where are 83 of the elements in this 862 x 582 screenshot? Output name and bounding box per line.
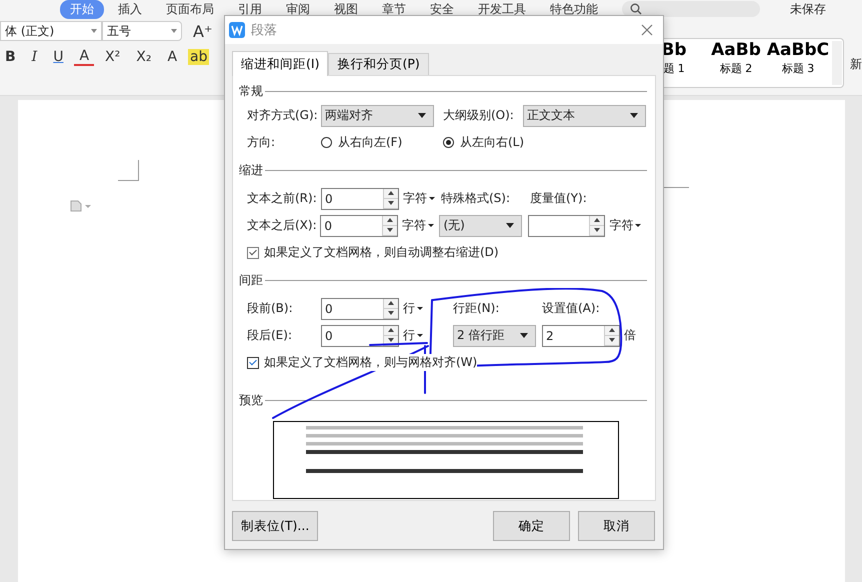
- ribbon-tab[interactable]: 章节: [372, 0, 416, 18]
- outline-level-dropdown[interactable]: 正文文本: [523, 104, 646, 126]
- measure-spinbox[interactable]: [528, 214, 606, 236]
- direction-radio[interactable]: 从左向右(L): [443, 134, 565, 151]
- checkbox[interactable]: [247, 356, 259, 368]
- format-button[interactable]: I: [26, 49, 42, 65]
- ok-button[interactable]: 确定: [493, 511, 570, 541]
- set-value-spinbox[interactable]: 2: [542, 324, 620, 346]
- field-label: 对齐方式(G):: [247, 107, 319, 124]
- format-button[interactable]: X₂: [131, 49, 156, 65]
- ribbon-tab[interactable]: 审阅: [276, 0, 320, 18]
- direction-radio[interactable]: 从右向左(F): [321, 134, 443, 151]
- spacing-after-spinbox[interactable]: 0: [321, 324, 399, 346]
- unit-dropdown[interactable]: 行: [399, 327, 441, 344]
- ribbon-tab[interactable]: 引用: [228, 0, 272, 18]
- dialog-tab[interactable]: 缩进和间距(I): [232, 51, 328, 76]
- field-label: 设置值(A):: [542, 300, 600, 317]
- caret-icon: [171, 29, 177, 33]
- spacing-before-spinbox[interactable]: 0: [321, 298, 399, 320]
- format-button[interactable]: A: [162, 49, 182, 65]
- field-label: 度量值(Y):: [530, 190, 587, 207]
- save-status[interactable]: 未保存: [790, 0, 826, 18]
- alignment-dropdown[interactable]: 两端对齐: [321, 104, 434, 126]
- search-icon: [630, 3, 642, 15]
- font-size-dropdown[interactable]: 五号: [102, 21, 182, 41]
- ribbon-tab[interactable]: 插入: [108, 0, 152, 18]
- unit-dropdown[interactable]: 字符: [399, 190, 441, 207]
- style-preview: AaBbC: [766, 39, 830, 61]
- gallery-scrollbar[interactable]: [832, 41, 842, 85]
- unit-dropdown[interactable]: 字符: [605, 217, 647, 234]
- style-label: 标题 3: [782, 61, 814, 76]
- unit-dropdown[interactable]: 字符: [398, 217, 440, 234]
- section-heading: 间距: [239, 272, 263, 289]
- auto-adjust-checkbox[interactable]: 如果定义了文档网格，则自动调整右缩进(D): [247, 244, 499, 261]
- tab-stops-button[interactable]: 制表位(T)...: [232, 511, 318, 541]
- section-heading: 预览: [239, 392, 263, 409]
- caret-icon: [91, 29, 97, 33]
- field-label: 行距(N):: [453, 300, 500, 317]
- font-name-dropdown[interactable]: 体 (正文): [0, 21, 102, 41]
- cancel-button[interactable]: 取消: [578, 511, 655, 541]
- style-preset[interactable]: AaBb 标题 2: [705, 39, 767, 87]
- dialog-title: 段落: [251, 22, 277, 39]
- format-button[interactable]: U: [48, 49, 68, 65]
- ribbon-tab[interactable]: 视图: [324, 0, 368, 18]
- field-label: 文本之后(X):: [247, 217, 318, 234]
- format-button[interactable]: ab: [188, 49, 210, 65]
- style-label: 标题 2: [720, 61, 752, 76]
- field-label: 段前(B):: [247, 300, 294, 317]
- style-preview: AaBb: [711, 39, 761, 61]
- style-label: 题 1: [663, 61, 685, 76]
- new-style-button[interactable]: 新: [850, 56, 862, 88]
- format-button[interactable]: A: [74, 48, 94, 66]
- radio-button[interactable]: [321, 137, 332, 148]
- field-label: 特殊格式(S):: [441, 190, 512, 207]
- search-field[interactable]: [622, 1, 760, 17]
- field-label: 大纲级别(O):: [443, 107, 515, 124]
- margin-corner-mark: [118, 160, 139, 181]
- section-heading: 常规: [239, 82, 263, 100]
- field-label: 方向:: [247, 134, 276, 151]
- special-format-dropdown[interactable]: (无): [439, 214, 522, 236]
- ribbon-tab[interactable]: 安全: [420, 0, 464, 18]
- dialog-tab[interactable]: 换行和分页(P): [328, 53, 429, 75]
- format-button[interactable]: X²: [100, 49, 126, 65]
- ribbon-tab[interactable]: 特色功能: [540, 0, 608, 18]
- ribbon-tab[interactable]: 页面布局: [156, 0, 224, 18]
- field-label: 文本之前(R):: [247, 190, 318, 207]
- app-logo-icon: [229, 22, 245, 38]
- field-label: 段后(E):: [247, 327, 293, 344]
- font-size-button[interactable]: A⁺: [188, 22, 218, 40]
- format-button[interactable]: B: [0, 49, 21, 65]
- checkbox[interactable]: [247, 246, 259, 258]
- radio-button[interactable]: [443, 137, 454, 148]
- document-icon[interactable]: [70, 200, 92, 212]
- line-spacing-dropdown[interactable]: 2 倍行距: [453, 324, 536, 346]
- indent-before-spinbox[interactable]: 0: [321, 188, 399, 210]
- section-heading: 缩进: [239, 162, 263, 179]
- unit-dropdown[interactable]: 行: [399, 300, 441, 317]
- unit-label: 倍: [623, 327, 636, 344]
- style-preset[interactable]: AaBbC 标题 3: [767, 39, 829, 87]
- close-icon[interactable]: [641, 24, 653, 36]
- snap-to-grid-checkbox[interactable]: 如果定义了文档网格，则与网格对齐(W): [247, 354, 478, 371]
- indent-after-spinbox[interactable]: 0: [320, 214, 398, 236]
- ribbon-tab[interactable]: 开发工具: [468, 0, 536, 18]
